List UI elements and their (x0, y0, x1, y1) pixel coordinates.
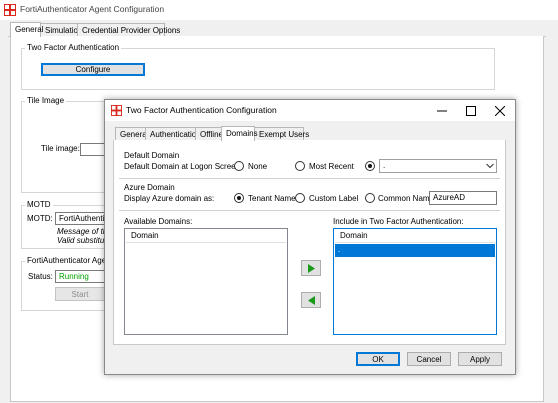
azure-domain-separator (119, 210, 500, 211)
default-domain-select[interactable]: . (379, 159, 497, 173)
tab-credential-provider-options[interactable]: Credential Provider Options (77, 23, 180, 37)
configure-button[interactable]: Configure (41, 63, 145, 76)
tab-general[interactable]: General (10, 22, 43, 37)
add-domain-button[interactable] (301, 260, 321, 276)
tab-simulation[interactable]: Simulation (40, 23, 82, 37)
radio-azure-tenant-name-label[interactable]: Tenant Name (248, 193, 296, 204)
include-domains-list[interactable]: Domain . (333, 228, 497, 335)
minimize-icon (437, 110, 447, 111)
dialog-tab-offline[interactable]: Offline (195, 127, 223, 141)
radio-default-none-label[interactable]: None (248, 161, 267, 172)
start-button[interactable]: Start (55, 287, 105, 301)
radio-azure-tenant-name[interactable] (234, 193, 244, 203)
ok-button[interactable]: OK (356, 352, 400, 366)
tile-image-label: Tile image: (41, 144, 80, 153)
two-factor-config-dialog: Two Factor Authentication Configuration … (104, 99, 516, 375)
cancel-button[interactable]: Cancel (407, 352, 451, 366)
dialog-tab-authentication[interactable]: Authentication (145, 127, 201, 141)
maximize-button[interactable] (457, 100, 485, 121)
include-domains-label: Include in Two Factor Authentication: (333, 217, 464, 226)
status-label: Status: (28, 272, 53, 281)
radio-default-none[interactable] (234, 161, 244, 171)
radio-default-most-recent[interactable] (295, 161, 305, 171)
radio-azure-custom-label[interactable] (295, 193, 305, 203)
fortinet-dialog-icon (111, 105, 122, 116)
agent-status-groupbox (21, 261, 111, 311)
dialog-tab-exempt-users[interactable]: Exempt Users (254, 127, 309, 141)
common-name-input[interactable]: AzureAD (429, 191, 497, 205)
close-button[interactable] (486, 100, 514, 121)
dialog-title: Two Factor Authentication Configuration (126, 105, 277, 115)
maximize-icon (466, 105, 476, 116)
list-item[interactable]: . (335, 244, 495, 257)
available-domains-label: Available Domains: (124, 217, 193, 226)
chevron-down-icon (486, 163, 494, 169)
tile-image-group-title: Tile Image (25, 96, 67, 106)
radio-azure-common-name-label[interactable]: Common Name: (378, 193, 436, 204)
default-domain-label: Default Domain at Logon Screen: (124, 162, 243, 171)
arrow-right-icon (307, 263, 315, 273)
motd-input[interactable]: FortiAuthenticat (55, 212, 110, 225)
fortinet-app-icon (4, 4, 16, 16)
radio-default-most-recent-label[interactable]: Most Recent (309, 161, 354, 172)
dialog-tab-domains[interactable]: Domains (221, 126, 258, 141)
radio-azure-custom-label-label[interactable]: Custom Label (309, 193, 358, 204)
default-domain-heading: Default Domain (124, 151, 180, 160)
available-domains-list[interactable]: Domain (124, 228, 288, 335)
apply-button[interactable]: Apply (458, 352, 502, 366)
default-domain-select-value: . (383, 161, 386, 170)
azure-domain-heading: Azure Domain (124, 183, 175, 192)
radio-azure-common-name[interactable] (365, 193, 375, 203)
include-domains-column-header[interactable]: Domain (335, 230, 495, 243)
close-icon (495, 105, 505, 116)
two-factor-group-title: Two Factor Authentication (25, 43, 122, 53)
radio-default-specific[interactable] (365, 161, 375, 171)
azure-domain-label: Display Azure domain as: (124, 194, 215, 203)
motd-group-title: MOTD (25, 200, 53, 210)
minimize-button[interactable] (428, 100, 456, 121)
motd-hint-line2: Valid substituti (57, 236, 109, 245)
motd-label: MOTD: (27, 214, 53, 223)
main-window-title: FortiAuthenticator Agent Configuration (20, 4, 165, 14)
default-domain-separator (119, 178, 500, 179)
remove-domain-button[interactable] (301, 292, 321, 308)
available-domains-column-header[interactable]: Domain (126, 230, 286, 243)
status-value-field: Running (55, 270, 110, 283)
dialog-tab-general[interactable]: General (115, 127, 148, 141)
arrow-left-icon (307, 295, 315, 305)
